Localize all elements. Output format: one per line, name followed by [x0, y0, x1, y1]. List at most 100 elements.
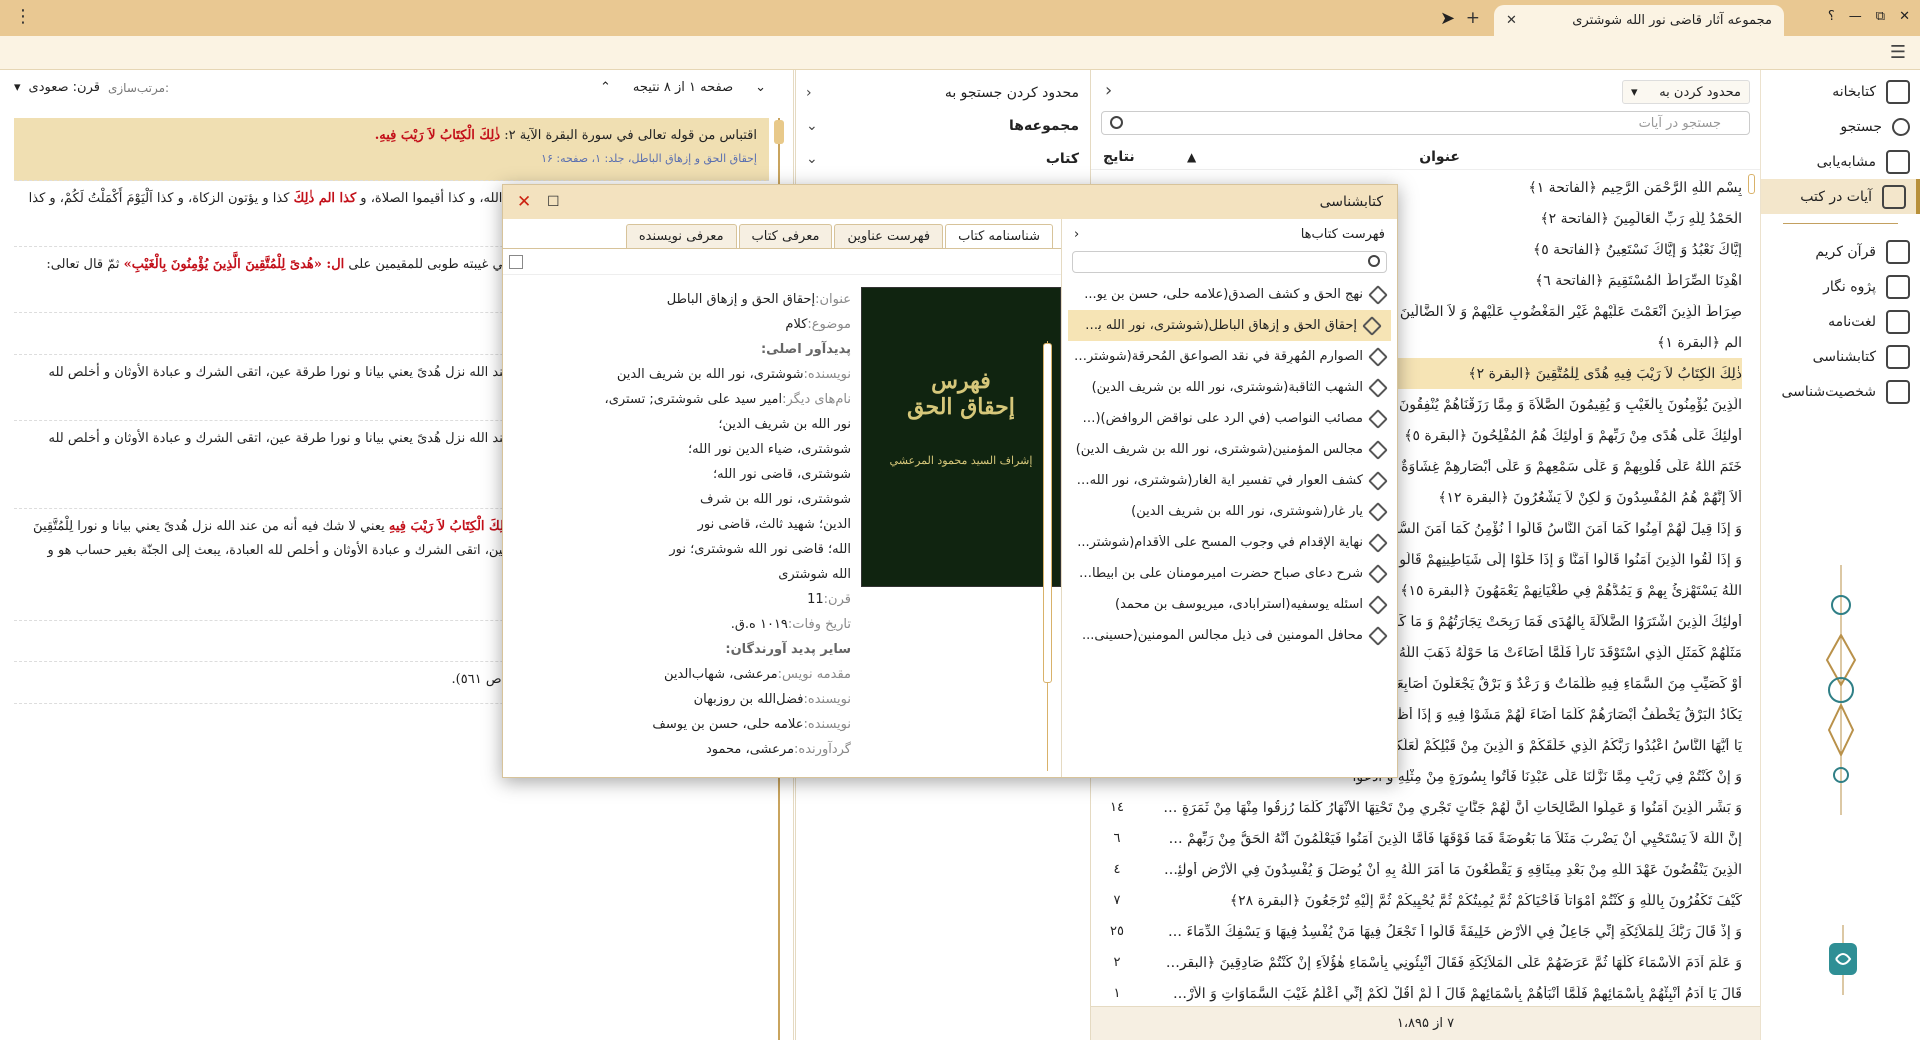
sidebar-item-similarity[interactable]: مشابه‌یابی — [1761, 144, 1920, 179]
sidebar-item-label: جستجو — [1840, 118, 1882, 135]
verse-text: الْحَمْدُ لِلَّهِ رَبِّ الْعَالَمِينَ ﴿ا… — [1540, 210, 1742, 227]
scrollbar-thumb[interactable] — [774, 120, 784, 144]
sidebar-item-library[interactable]: کتابخانه — [1761, 74, 1920, 109]
entry-source-link[interactable]: إحقاق الحق و إزهاق الباطل، جلد: ۱، صفحه:… — [20, 149, 757, 170]
sidebar-item-dictionary[interactable]: لغت‌نامه — [1761, 304, 1920, 339]
chevron-left-icon[interactable]: ‹ — [1105, 80, 1112, 101]
tab-book-id[interactable]: شناسنامه کتاب — [945, 224, 1053, 248]
sidebar-item-notebook[interactable]: پژوه نگار — [1761, 269, 1920, 304]
prop-other-name: نور الله بن شریف الدین؛ — [718, 417, 851, 432]
kebab-menu-icon[interactable]: ⋮ — [14, 6, 32, 27]
verse-result-count: ٢ — [1113, 955, 1121, 970]
prop-label: موضوع: — [807, 317, 851, 332]
sort-arrow-icon[interactable]: ▲ — [1187, 150, 1196, 164]
document-tab[interactable]: مجموعه آثار قاضی نور الله شوشتری ✕ — [1494, 5, 1784, 36]
chevron-up-icon[interactable]: ⌃ — [600, 80, 611, 95]
filter-collections-label: مجموعه‌ها — [1009, 117, 1079, 134]
tab-book-intro[interactable]: معرفی کتاب — [738, 224, 833, 248]
book-icon — [1368, 594, 1388, 615]
app-logo-icon — [1829, 925, 1857, 995]
book-icon — [1368, 532, 1388, 553]
book-title: إحقاق الحق و إزهاق الباطل(شوشتری، نور ال… — [1080, 318, 1357, 333]
book-list-item[interactable]: اسئله یوسفیه(استرآبادی، میریوسف بن محمد) — [1062, 589, 1397, 620]
minimize-button[interactable]: — — [1849, 9, 1862, 24]
verse-row[interactable]: الَّذِينَ يَنْقُضُونَ عَهْدَ اللَّهِ مِن… — [1091, 854, 1743, 885]
verse-result-count: ٤ — [1113, 862, 1121, 877]
limit-to-dropdown[interactable]: محدود کردن به ▾ — [1622, 80, 1750, 104]
filter-book[interactable]: کتاب ⌄ — [796, 142, 1089, 175]
add-tab-button[interactable]: + — [1466, 8, 1480, 28]
book-list-item[interactable]: نهایة الإقدام في وجوب المسح علی الأقدام(… — [1062, 527, 1397, 558]
sidebar-item-label: کتابخانه — [1832, 83, 1876, 100]
book-icon — [1368, 377, 1388, 398]
filter-title: محدود کردن جستجو به — [944, 84, 1079, 101]
close-icon[interactable]: ✕ — [517, 192, 531, 212]
book-search-input[interactable] — [1072, 251, 1387, 273]
verse-text: خَتَمَ اللَّهُ عَلَى قُلُوبِهِمْ وَ عَلَ… — [1401, 458, 1742, 475]
verse-text: الم ﴿البقرة ١﴾ — [1657, 334, 1742, 351]
verses-scrollbar[interactable] — [1746, 170, 1758, 1025]
book-list-item[interactable]: یار غار(شوشتری، نور الله بن شریف الدین) — [1062, 496, 1397, 527]
hamburger-menu-icon[interactable]: ☰ — [1890, 42, 1906, 63]
column-results-header[interactable]: نتایج — [1103, 149, 1135, 165]
book-list-item[interactable]: شرح دعای صباح حضرت امیرمومنان علی بن ابی… — [1062, 558, 1397, 589]
book-list-pane: فهرست کتاب‌ها ‹ نهج الحق و کشف الصدق(علا… — [1061, 219, 1397, 777]
prop-label: قرن: — [823, 592, 851, 607]
verse-search-input[interactable]: جستجو در آیات — [1101, 111, 1750, 135]
verse-row[interactable]: وَ بَشِّرِ الَّذِينَ آمَنُوا وَ عَمِلُوا… — [1091, 792, 1742, 823]
book-list-item[interactable]: نهج الحق و کشف الصدق(علامه حلی، حسن بن ی… — [1062, 279, 1397, 310]
search-icon — [1110, 116, 1123, 129]
tab-toc[interactable]: فهرست عناوین — [834, 224, 944, 248]
sidebar-item-persons[interactable]: شخصیت‌شناسی — [1761, 374, 1920, 409]
verse-row[interactable]: كَيْفَ تَكْفُرُونَ بِاللَّهِ وَ كُنْتُمْ… — [1091, 885, 1743, 916]
prop-death: ۱۰۱۹ ه.ق. — [730, 617, 788, 632]
prop-label: تاریخ وفات: — [787, 617, 851, 632]
verse-row[interactable]: وَ عَلَّمَ آدَمَ الْأَسْمَاءَ كُلَّهَا ث… — [1091, 947, 1743, 978]
cover-line-1: فهرس — [931, 368, 991, 394]
book-list-item[interactable]: مجالس المؤمنین(شوشتری، نور الله بن شریف … — [1062, 434, 1397, 465]
verses-in-books-icon — [1882, 184, 1906, 209]
sidebar-item-verses-in-books[interactable]: آیات در کتب — [1761, 179, 1920, 214]
result-entry[interactable]: اقتباس من قوله تعالى في سورة البقرة الآي… — [14, 118, 769, 181]
verse-text: وَ إِذَا قِيلَ لَهُمْ آمِنُوا كَمَا آمَن… — [1374, 520, 1742, 537]
column-title-header[interactable]: عنوان — [1419, 149, 1460, 165]
book-list-item[interactable]: کشف العوار في تفسیر آیة الغار(شوشتری، نو… — [1062, 465, 1397, 496]
book-list-item[interactable]: محافل المومنین فی ذیل مجالس المومنین(حسی… — [1062, 620, 1397, 651]
verse-text: كَيْفَ تَكْفُرُونَ بِاللَّهِ وَ كُنْتُمْ… — [1229, 892, 1742, 909]
sidebar-item-bibliography[interactable]: کتابشناسی — [1761, 339, 1920, 374]
verse-row[interactable]: قَالَ يَا آدَمُ أَنْبِئْهُمْ بِأَسْمَائِ… — [1091, 978, 1743, 1009]
sort-control[interactable]: ▾ قرن: صعودی مرتب‌سازی: — [14, 80, 169, 95]
filter-collections[interactable]: مجموعه‌ها ⌄ — [796, 109, 1089, 142]
verse-row[interactable]: وَ إِذْ قَالَ رَبُّكَ لِلْمَلاَئِكَةِ إِ… — [1091, 916, 1742, 947]
prop-label: عنوان: — [815, 292, 851, 307]
book-list-item[interactable]: الصوارم المُهرِقة في نقد الصواعق المُحرق… — [1062, 341, 1397, 372]
verse-row[interactable]: إِنَّ اللَّهَ لاَ يَسْتَحْيِي أَنْ يَضْر… — [1091, 823, 1743, 854]
chevron-down-icon[interactable]: ⌄ — [755, 80, 766, 95]
maximize-button[interactable]: ⧉ — [1876, 9, 1885, 24]
scrollbar-thumb[interactable] — [1748, 174, 1755, 194]
prop-compiler: مرعشی، محمود — [706, 742, 795, 757]
maximize-icon[interactable]: ☐ — [547, 194, 560, 210]
sidebar-item-search[interactable]: جستجو — [1761, 109, 1920, 144]
scrollbar-thumb[interactable] — [1043, 343, 1052, 683]
help-button[interactable]: ؟ — [1828, 9, 1835, 24]
image-icon[interactable] — [509, 255, 523, 269]
book-list-item[interactable]: إحقاق الحق و إزهاق الباطل(شوشتری، نور ال… — [1068, 310, 1391, 341]
sidebar-item-label: کتابشناسی — [1812, 348, 1876, 365]
sidebar-item-quran[interactable]: قرآن کریم — [1761, 234, 1920, 269]
filter-header[interactable]: محدود کردن جستجو به ‹ — [796, 76, 1089, 109]
book-list-item[interactable]: الشهب الثاقبة(شوشتری، نور الله بن شریف ا… — [1062, 372, 1397, 403]
cover-line-3: إشراف السيد محمود المرعشي — [889, 454, 1033, 467]
dictionary-icon — [1886, 309, 1910, 334]
chevron-left-icon[interactable]: ‹ — [806, 85, 812, 101]
book-title: نهج الحق و کشف الصدق(علامه حلی، حسن بن ی… — [1084, 287, 1363, 302]
chevron-left-icon[interactable]: ‹ — [1074, 227, 1079, 242]
details-scrollbar[interactable] — [1043, 341, 1053, 771]
book-list-item[interactable]: مصائب النواصب (في الرد على نواقض الروافض… — [1062, 403, 1397, 434]
close-window-button[interactable]: ✕ — [1899, 9, 1910, 24]
prop-label: نویسنده: — [803, 717, 852, 732]
verse-text: أُولٰئِكَ الَّذِينَ اشْتَرَوُا الضَّلاَل… — [1380, 613, 1742, 630]
book-title: یار غار(شوشتری، نور الله بن شریف الدین) — [1131, 504, 1363, 519]
tab-close-icon[interactable]: ✕ — [1506, 13, 1517, 28]
tab-author-intro[interactable]: معرفی نویسنده — [625, 224, 737, 248]
